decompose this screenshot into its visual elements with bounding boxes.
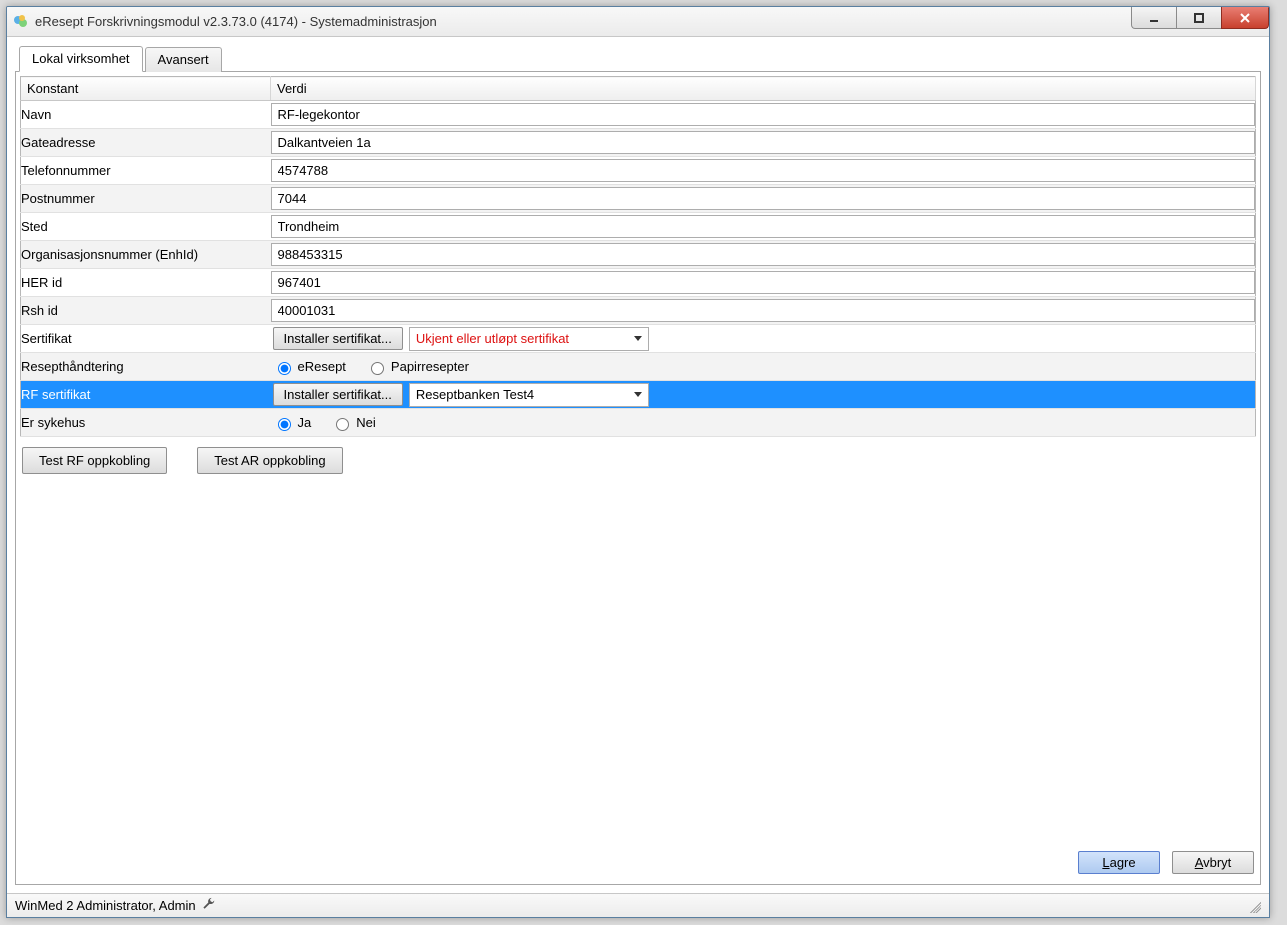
col-konstant[interactable]: Konstant (21, 77, 271, 101)
input-gateadresse[interactable] (271, 131, 1256, 154)
settings-table: Konstant Verdi Navn Gateadresse Telefonn… (20, 76, 1256, 437)
input-rshid[interactable] (271, 299, 1256, 322)
row-er-sykehus: Er sykehus Ja Nei (21, 409, 1256, 437)
input-sted[interactable] (271, 215, 1256, 238)
cancel-button[interactable]: Avbryt (1172, 851, 1254, 874)
status-bar: WinMed 2 Administrator, Admin (7, 893, 1269, 917)
install-rf-cert-button[interactable]: Installer sertifikat... (273, 383, 403, 406)
radio-papir[interactable] (371, 362, 384, 375)
tab-strip: Lokal virksomhet Avansert (19, 45, 1261, 71)
row-resepthandtering: Resepthåndtering eResept Papirresepter (21, 353, 1256, 381)
row-postnummer: Postnummer (21, 185, 1256, 213)
label-er-sykehus: Er sykehus (21, 409, 271, 437)
test-buttons: Test RF oppkobling Test AR oppkobling (20, 437, 1256, 484)
row-navn: Navn (21, 101, 1256, 129)
window-title: eResept Forskrivningsmodul v2.3.73.0 (41… (35, 14, 1132, 29)
rf-cert-dropdown[interactable]: Reseptbanken Test4 (409, 383, 649, 407)
row-rf-sertifikat[interactable]: RF sertifikat Installer sertifikat... Re… (21, 381, 1256, 409)
label-sted: Sted (21, 213, 271, 241)
input-telefon[interactable] (271, 159, 1256, 182)
status-text: WinMed 2 Administrator, Admin (15, 898, 196, 913)
test-ar-button[interactable]: Test AR oppkobling (197, 447, 342, 474)
label-resepthandtering: Resepthåndtering (21, 353, 271, 381)
row-herid: HER id (21, 269, 1256, 297)
label-navn: Navn (21, 101, 271, 129)
radio-ja-label[interactable]: Ja (273, 415, 312, 431)
row-telefon: Telefonnummer (21, 157, 1256, 185)
app-icon (13, 14, 29, 30)
input-herid[interactable] (271, 271, 1256, 294)
label-orgnr: Organisasjonsnummer (EnhId) (21, 241, 271, 269)
save-button[interactable]: Lagre (1078, 851, 1160, 874)
wrench-icon (202, 897, 216, 914)
col-verdi[interactable]: Verdi (271, 77, 1256, 101)
footer-buttons: Lagre Avbryt (20, 845, 1256, 876)
label-postnummer: Postnummer (21, 185, 271, 213)
radio-nei-label[interactable]: Nei (331, 415, 376, 431)
window-buttons (1132, 7, 1269, 36)
label-herid: HER id (21, 269, 271, 297)
resize-grip-icon[interactable] (1247, 899, 1261, 913)
row-rshid: Rsh id (21, 297, 1256, 325)
radio-eresept-label[interactable]: eResept (273, 359, 346, 375)
tab-panel: Konstant Verdi Navn Gateadresse Telefonn… (15, 71, 1261, 885)
client-area: Lokal virksomhet Avansert Konstant Verdi… (7, 37, 1269, 893)
radio-eresept[interactable] (278, 362, 291, 375)
label-rf-sertifikat: RF sertifikat (21, 381, 271, 409)
row-gateadresse: Gateadresse (21, 129, 1256, 157)
radio-ja[interactable] (278, 418, 291, 431)
install-cert-button[interactable]: Installer sertifikat... (273, 327, 403, 350)
label-telefon: Telefonnummer (21, 157, 271, 185)
label-rshid: Rsh id (21, 297, 271, 325)
app-window: eResept Forskrivningsmodul v2.3.73.0 (41… (6, 6, 1270, 918)
row-sted: Sted (21, 213, 1256, 241)
input-navn[interactable] (271, 103, 1256, 126)
chevron-down-icon (634, 392, 642, 397)
minimize-button[interactable] (1131, 7, 1177, 29)
cert-dropdown-value: Ukjent eller utløpt sertifikat (416, 331, 569, 346)
cert-dropdown[interactable]: Ukjent eller utløpt sertifikat (409, 327, 649, 351)
label-gateadresse: Gateadresse (21, 129, 271, 157)
tab-local[interactable]: Lokal virksomhet (19, 46, 143, 72)
rf-cert-dropdown-value: Reseptbanken Test4 (416, 387, 534, 402)
radio-nei[interactable] (336, 418, 349, 431)
label-sertifikat: Sertifikat (21, 325, 271, 353)
test-rf-button[interactable]: Test RF oppkobling (22, 447, 167, 474)
title-bar: eResept Forskrivningsmodul v2.3.73.0 (41… (7, 7, 1269, 37)
input-orgnr[interactable] (271, 243, 1256, 266)
close-button[interactable] (1221, 7, 1269, 29)
row-sertifikat: Sertifikat Installer sertifikat... Ukjen… (21, 325, 1256, 353)
input-postnummer[interactable] (271, 187, 1256, 210)
maximize-button[interactable] (1176, 7, 1222, 29)
tab-advanced[interactable]: Avansert (145, 47, 222, 72)
row-orgnr: Organisasjonsnummer (EnhId) (21, 241, 1256, 269)
chevron-down-icon (634, 336, 642, 341)
radio-papir-label[interactable]: Papirresepter (366, 359, 469, 375)
